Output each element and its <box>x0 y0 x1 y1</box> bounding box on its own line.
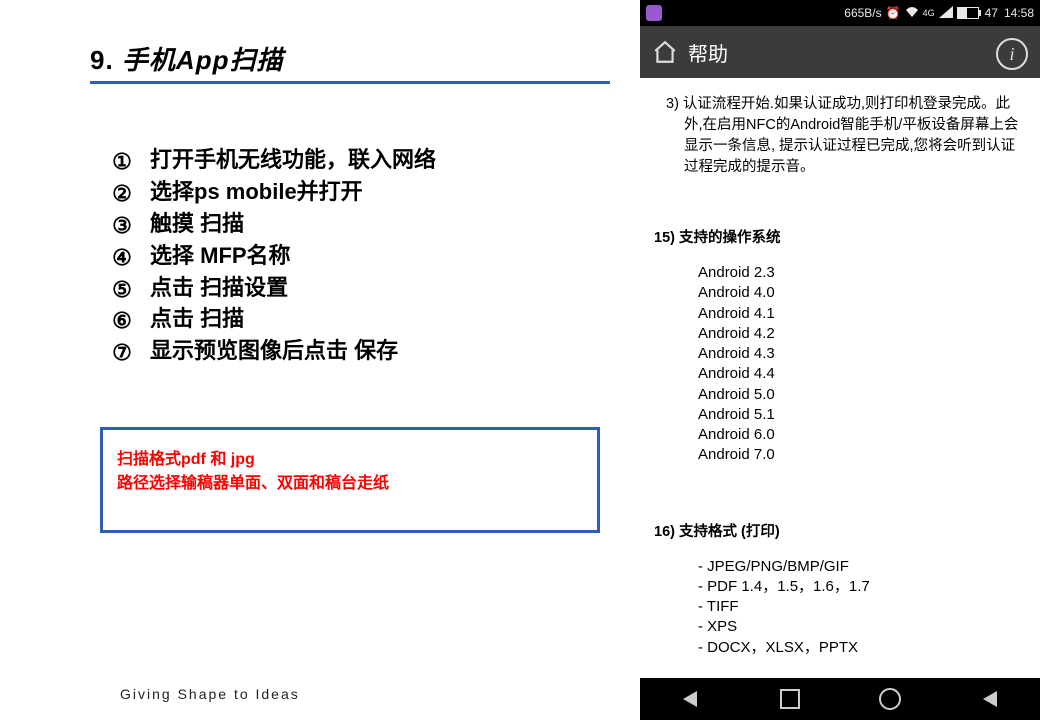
list-item: XPS <box>698 617 1028 637</box>
list-item: Android 5.0 <box>698 385 1028 405</box>
home-icon[interactable] <box>650 37 680 67</box>
list-item: ② 选择ps mobile并打开 <box>110 176 610 208</box>
section-heading: 15) 支持的操作系统 <box>654 228 1028 249</box>
step-text: 选择ps mobile并打开 <box>150 179 363 204</box>
step-marker: ③ <box>110 210 134 242</box>
alarm-icon: ⏰ <box>886 6 901 20</box>
status-bar: 665B/s ⏰ 4G 47 14:58 <box>640 0 1040 26</box>
home-button[interactable] <box>878 687 902 711</box>
app-bar: 帮助 i <box>640 26 1040 78</box>
step-marker: ⑤ <box>110 274 134 306</box>
list-item: Android 4.1 <box>698 304 1028 324</box>
step-text: 触摸 扫描 <box>150 211 244 236</box>
net-speed: 665B/s <box>844 6 881 20</box>
list-item: ① 打开手机无线功能，联入网络 <box>110 144 610 176</box>
step-marker: ① <box>110 146 134 178</box>
status-right: 665B/s ⏰ 4G 47 14:58 <box>844 0 1034 26</box>
appbar-title: 帮助 <box>688 38 728 67</box>
list-item: Android 7.0 <box>698 445 1028 465</box>
back-button[interactable] <box>678 687 702 711</box>
list-item: Android 4.2 <box>698 324 1028 344</box>
list-item: Android 6.0 <box>698 425 1028 445</box>
list-item: ④ 选择 MFP名称 <box>110 240 610 272</box>
list-item: Android 2.3 <box>698 263 1028 283</box>
step-text: 点击 扫描设置 <box>150 275 288 300</box>
wifi-icon <box>905 6 919 21</box>
list-item: ⑦ 显示预览图像后点击 保存 <box>110 335 610 367</box>
note-line: 路径选择输稿器单面、双面和稿台走纸 <box>117 472 583 496</box>
step-marker: ⑦ <box>110 337 134 369</box>
list-item: ⑤ 点击 扫描设置 <box>110 272 610 304</box>
list-item: Android 4.3 <box>698 344 1028 364</box>
list-item: Android 4.0 <box>698 283 1028 303</box>
list-item: ⑥ 点击 扫描 <box>110 303 610 335</box>
os-list: Android 2.3 Android 4.0 Android 4.1 Andr… <box>654 263 1028 466</box>
step-text: 点击 扫描 <box>150 306 244 331</box>
section-heading: 16) 支持格式 (打印) <box>654 522 1028 543</box>
recent-apps-button[interactable] <box>778 687 802 711</box>
note-box: 扫描格式pdf 和 jpg 路径选择输稿器单面、双面和稿台走纸 <box>100 427 600 533</box>
list-item: JPEG/PNG/BMP/GIF <box>698 557 1028 577</box>
list-item: ③ 触摸 扫描 <box>110 208 610 240</box>
step-list: ① 打开手机无线功能，联入网络 ② 选择ps mobile并打开 ③ 触摸 扫描 ④选… <box>90 144 610 367</box>
help-content[interactable]: 3) 认证流程开始.如果认证成功,则打印机登录完成。此外,在启用NFC的Andr… <box>640 78 1040 658</box>
signal-icon <box>939 6 953 21</box>
network-type: 4G <box>923 9 935 18</box>
step-text: 选择 MFP名称 <box>150 243 291 268</box>
android-nav-bar <box>640 678 1040 720</box>
help-paragraph: 3) 认证流程开始.如果认证成功,则打印机登录完成。此外,在启用NFC的Andr… <box>654 94 1028 178</box>
list-item: TIFF <box>698 597 1028 617</box>
step-marker: ④ <box>110 242 134 274</box>
status-time: 14:58 <box>1004 6 1034 20</box>
title-text: 手机App扫描 <box>122 45 284 75</box>
battery-percent: 47 <box>985 6 998 20</box>
document-pane: 9. 手机App扫描 ① 打开手机无线功能，联入网络 ② 选择ps mobile并打… <box>0 0 640 720</box>
notification-icon <box>646 5 662 21</box>
list-item: PDF 1.4，1.5，1.6，1.7 <box>698 577 1028 597</box>
list-item: Android 4.4 <box>698 364 1028 384</box>
list-item: DOCX，XLSX，PPTX <box>698 638 1028 658</box>
title-underline <box>90 81 610 84</box>
step-text: 显示预览图像后点击 保存 <box>150 338 398 363</box>
page-title: 9. 手机App扫描 <box>90 40 610 77</box>
step-marker: ⑥ <box>110 305 134 337</box>
list-item: Android 5.1 <box>698 405 1028 425</box>
note-line: 扫描格式pdf 和 jpg <box>117 448 583 472</box>
format-list: JPEG/PNG/BMP/GIF PDF 1.4，1.5，1.6，1.7 TIF… <box>654 557 1028 658</box>
step-marker: ② <box>110 178 134 210</box>
footer-slogan: Giving Shape to Ideas <box>120 686 300 702</box>
title-number: 9. <box>90 45 114 75</box>
info-icon[interactable]: i <box>996 38 1028 70</box>
back-button-alt[interactable] <box>978 687 1002 711</box>
phone-pane: 665B/s ⏰ 4G 47 14:58 帮助 i 3) 认证 <box>640 0 1040 720</box>
step-text: 打开手机无线功能，联入网络 <box>150 147 436 172</box>
battery-icon <box>957 7 979 19</box>
